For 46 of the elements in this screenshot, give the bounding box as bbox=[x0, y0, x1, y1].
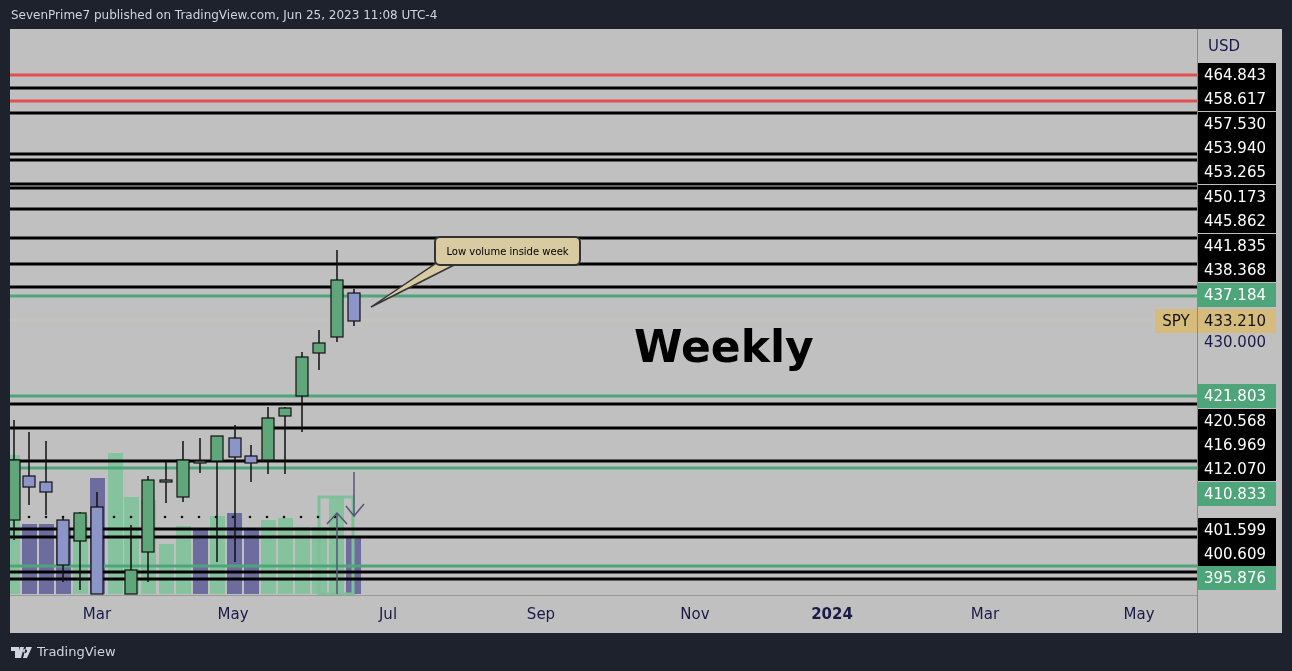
candle bbox=[347, 288, 361, 327]
candle bbox=[193, 437, 207, 474]
price-label: 421.803 bbox=[1198, 384, 1276, 408]
price-label: 410.833 bbox=[1198, 482, 1276, 506]
price-label: 458.617 bbox=[1198, 87, 1276, 111]
time-label: Nov bbox=[680, 604, 710, 625]
timeframe-label: Weekly bbox=[634, 325, 814, 369]
price-label: 412.070 bbox=[1198, 457, 1276, 481]
candle bbox=[278, 406, 292, 475]
price-label: 445.862 bbox=[1198, 209, 1276, 233]
candle bbox=[312, 329, 326, 371]
price-label: 453.940 bbox=[1198, 136, 1276, 160]
candle bbox=[261, 406, 275, 475]
brand-name: TradingView bbox=[37, 643, 116, 662]
time-label: Jul bbox=[378, 604, 398, 625]
candle bbox=[56, 516, 70, 583]
price-label: 453.265 bbox=[1198, 160, 1276, 184]
price-label: 420.568 bbox=[1198, 409, 1276, 433]
candle bbox=[176, 440, 190, 503]
callout-note: Low volume inside week bbox=[434, 236, 581, 266]
price-label: 401.599 bbox=[1198, 518, 1276, 542]
time-label: Mar bbox=[82, 604, 112, 625]
time-label: May bbox=[1123, 604, 1155, 625]
time-label: May bbox=[217, 604, 249, 625]
symbol-tag: SPY bbox=[1155, 309, 1197, 333]
price-label: 433.210 bbox=[1198, 309, 1276, 333]
publish-info: SevenPrime7 published on TradingView.com, Jun 25, 2023 11:08 UTC-4 bbox=[11, 6, 438, 24]
price-label: 416.969 bbox=[1198, 433, 1276, 457]
time-label: 2024 bbox=[811, 604, 853, 625]
price-label: 450.173 bbox=[1198, 185, 1276, 209]
price-label: 395.876 bbox=[1198, 566, 1276, 590]
price-label: 464.843 bbox=[1198, 63, 1276, 87]
time-label: Sep bbox=[526, 604, 556, 625]
candle bbox=[159, 461, 173, 504]
candle bbox=[124, 524, 138, 595]
down-arrow bbox=[345, 471, 365, 518]
price-label: 400.609 bbox=[1198, 542, 1276, 566]
price-label: 437.184 bbox=[1198, 283, 1276, 307]
logo-icon bbox=[11, 646, 32, 658]
price-label: 430.000 bbox=[1202, 331, 1267, 353]
price-label: 457.530 bbox=[1198, 112, 1276, 136]
currency-label: USD bbox=[1208, 36, 1241, 57]
candle bbox=[244, 444, 258, 483]
price-label: 438.368 bbox=[1198, 258, 1276, 282]
time-label: Mar bbox=[970, 604, 1000, 625]
price-label: 441.835 bbox=[1198, 234, 1276, 258]
